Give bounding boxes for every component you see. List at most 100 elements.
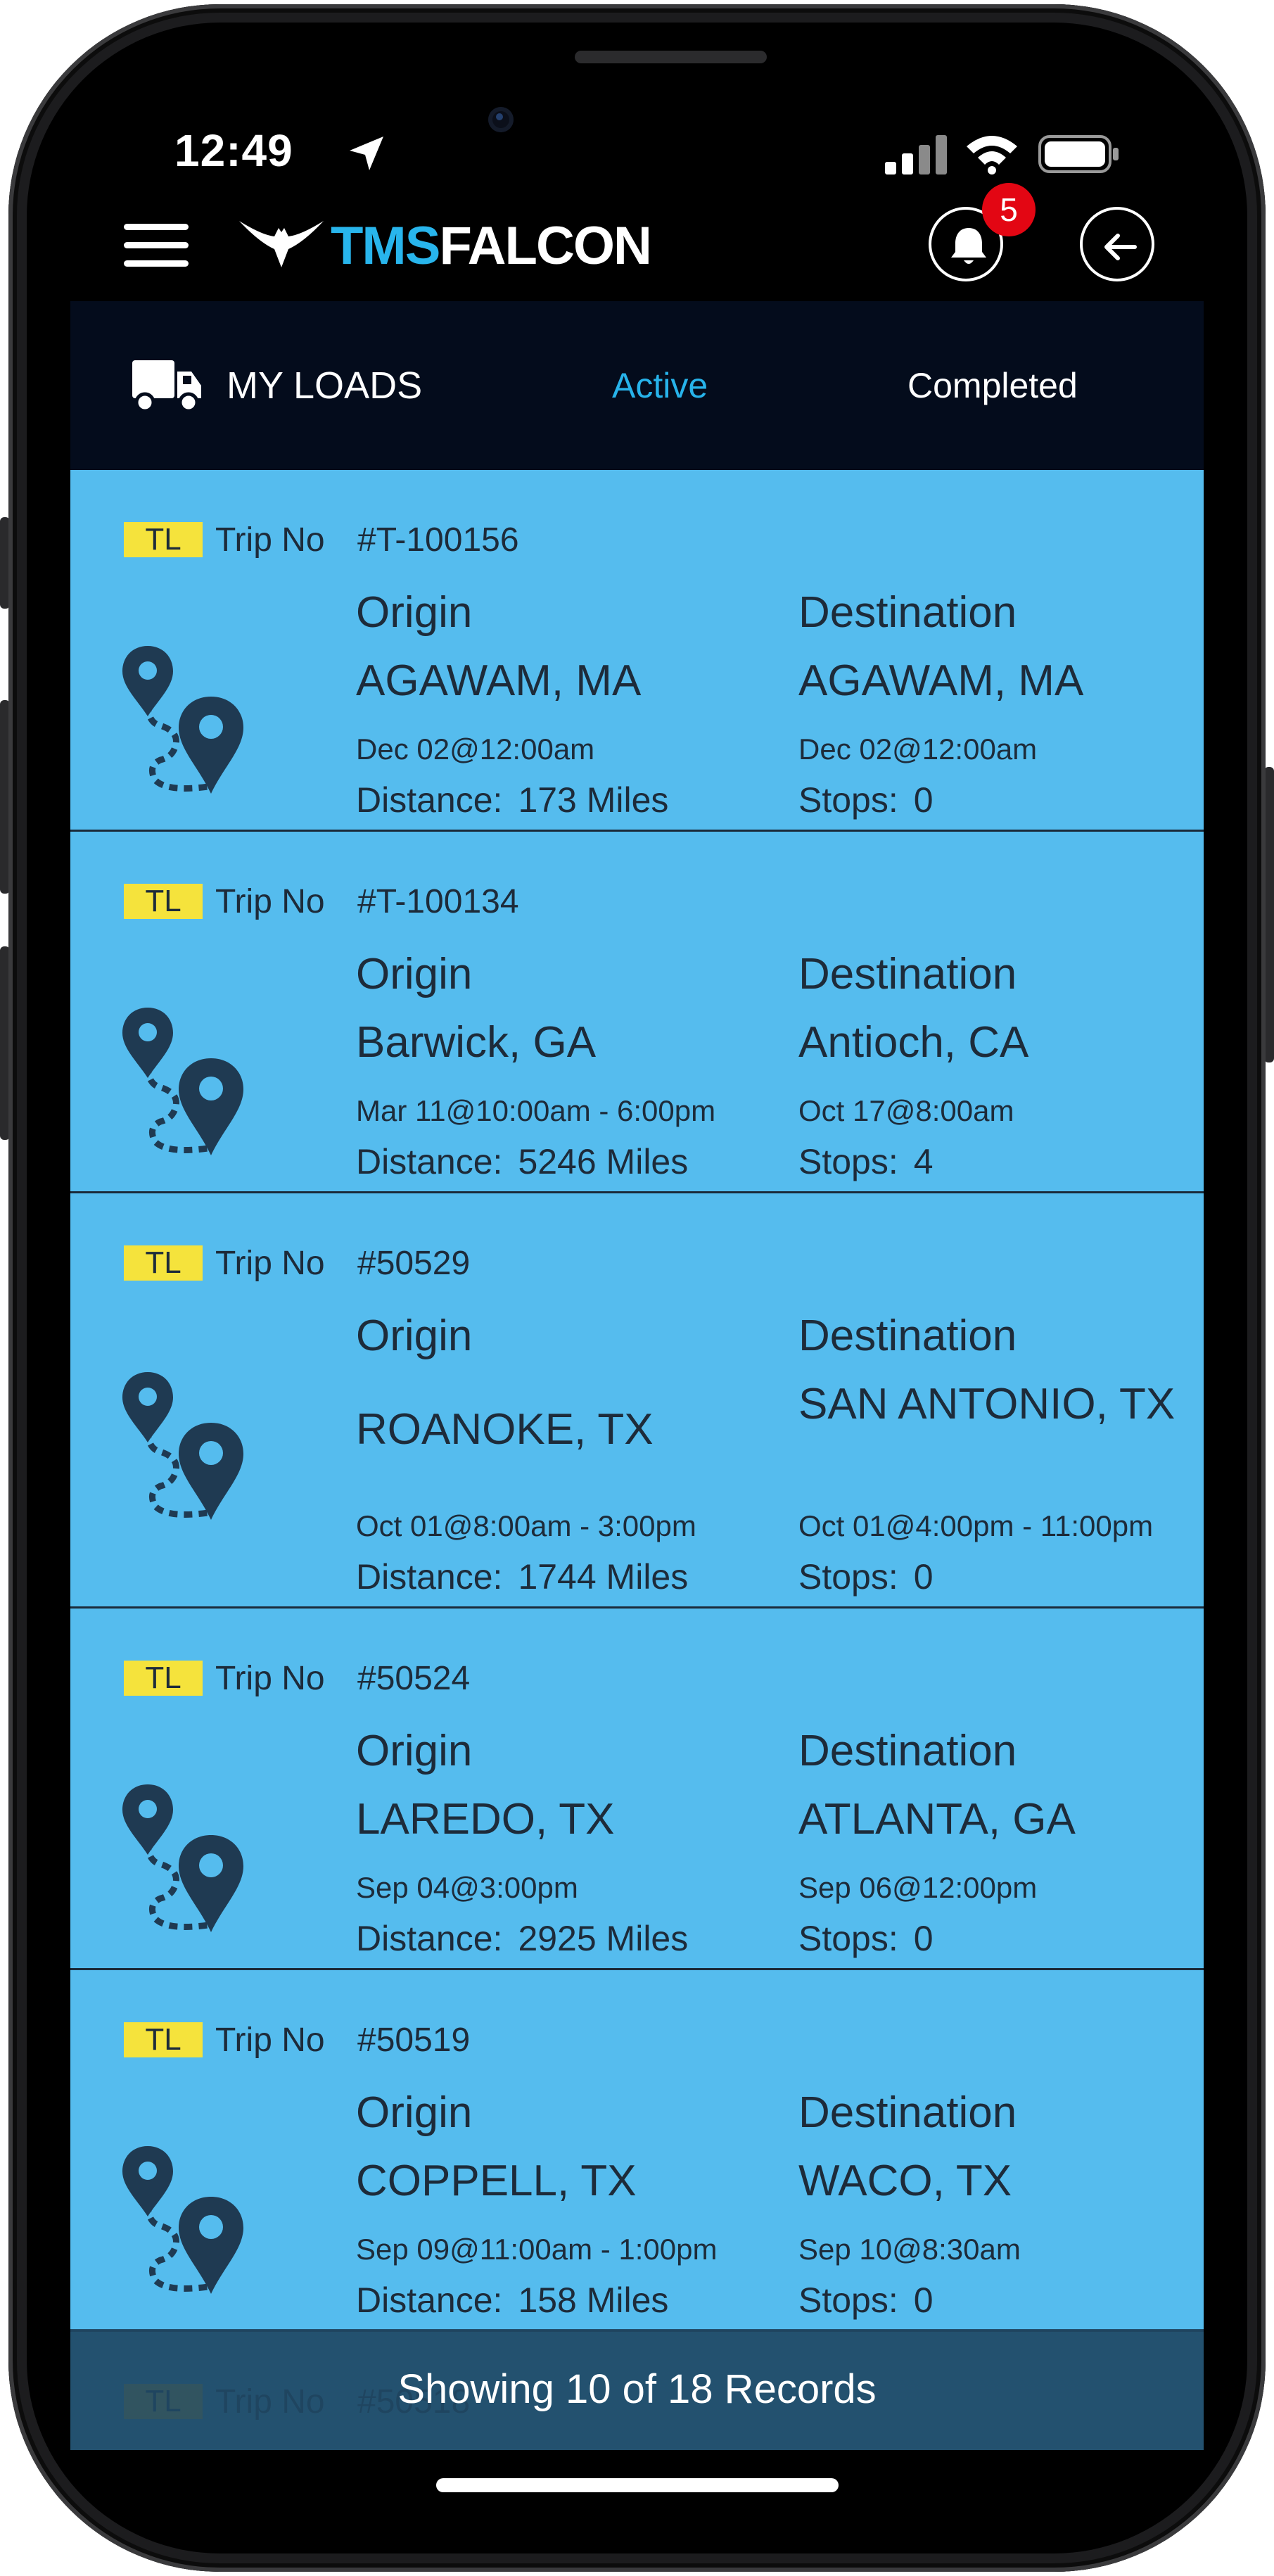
route-icon (122, 1008, 243, 1155)
route-icon (122, 1372, 243, 1520)
stops-row: Stops: 0 (798, 782, 934, 818)
notification-badge: 5 (982, 183, 1036, 236)
load-card[interactable]: TL Trip No #T-100156 Origin AGAWAM, MA D… (70, 470, 1204, 832)
tab-active[interactable]: Active (612, 301, 708, 470)
stops-value: 4 (913, 1142, 934, 1181)
load-card[interactable]: TL Trip No #T-100134 Origin Barwick, GA … (70, 832, 1204, 1193)
origin-label: Origin (356, 588, 473, 637)
origin-city: ROANOKE, TX (356, 1405, 654, 1454)
app-logo: TMSFALCON (331, 214, 652, 278)
destination-city: Antioch, CA (798, 1018, 1029, 1067)
origin-date: Dec 02@12:00am (356, 732, 595, 766)
home-indicator[interactable] (436, 2478, 839, 2492)
destination-label: Destination (798, 1312, 1017, 1360)
stops-row: Stops: 0 (798, 2283, 934, 2318)
stops-label: Stops: (798, 2280, 898, 2320)
route-icon (122, 646, 243, 794)
distance-row: Distance: 1744 Miles (356, 1559, 688, 1594)
origin-label: Origin (356, 1727, 473, 1775)
destination-label: Destination (798, 1727, 1017, 1775)
origin-date: Oct 01@8:00am - 3:00pm (356, 1509, 696, 1542)
distance-row: Distance: 173 Miles (356, 782, 668, 818)
back-button[interactable] (1080, 207, 1154, 281)
origin-label: Origin (356, 950, 473, 998)
trip-no-label: Trip No (215, 2022, 325, 2059)
trip-number: #50524 (357, 1660, 471, 1697)
distance-label: Distance: (356, 1919, 503, 1958)
tl-tag: TL (124, 522, 203, 557)
origin-city: LAREDO, TX (356, 1795, 615, 1844)
stops-value: 0 (913, 780, 934, 820)
origin-label: Origin (356, 2088, 473, 2137)
load-card[interactable]: TL Trip No #50524 Origin LAREDO, TX Sep … (70, 1609, 1204, 1970)
destination-label: Destination (798, 2088, 1017, 2137)
origin-city: AGAWAM, MA (356, 656, 642, 705)
phone-screen: 12:49 TMSFALCON 5 MY LOADS Active Comple… (34, 30, 1240, 2546)
tl-tag: TL (124, 2022, 203, 2057)
destination-date: Dec 02@12:00am (798, 732, 1038, 766)
battery-icon (1038, 135, 1119, 173)
destination-date: Oct 17@8:00am (798, 1094, 1014, 1127)
distance-label: Distance: (356, 2280, 503, 2320)
destination-city: WACO, TX (798, 2157, 1012, 2205)
origin-date: Mar 11@10:00am - 6:00pm (356, 1094, 716, 1127)
trip-no-label: Trip No (215, 883, 325, 920)
tl-tag: TL (124, 884, 203, 919)
earpiece-speaker (575, 51, 767, 63)
front-camera (488, 107, 514, 132)
stops-label: Stops: (798, 1919, 898, 1958)
destination-city: AGAWAM, MA (798, 656, 1084, 705)
stops-label: Stops: (798, 1557, 898, 1597)
trip-no-label: Trip No (215, 1245, 325, 1282)
hamburger-menu-icon[interactable] (124, 221, 189, 267)
distance-row: Distance: 2925 Miles (356, 1921, 688, 1956)
my-loads-title: MY LOADS (227, 364, 423, 407)
load-card[interactable]: TL Trip No #50519 Origin COPPELL, TX Sep… (70, 1970, 1204, 2332)
location-arrow-icon (350, 137, 383, 170)
load-card[interactable]: TL Trip No #50529 Origin ROANOKE, TX Oct… (70, 1193, 1204, 1609)
back-arrow-icon (1104, 234, 1137, 260)
trip-number: #T-100134 (357, 883, 519, 920)
logo-tms-text: TMS (331, 216, 440, 276)
stops-row: Stops: 0 (798, 1921, 934, 1956)
distance-value: 158 Miles (518, 2280, 669, 2320)
stops-value: 0 (913, 1557, 934, 1597)
cellular-signal-icon (885, 135, 947, 175)
trip-number: #50529 (357, 1245, 471, 1282)
power-button (1264, 767, 1274, 1062)
distance-label: Distance: (356, 1142, 503, 1181)
tab-completed[interactable]: Completed (907, 301, 1078, 470)
distance-label: Distance: (356, 1557, 503, 1597)
destination-city: SAN ANTONIO, TX (798, 1380, 1176, 1428)
wifi-icon (967, 136, 1017, 175)
trip-number: #T-100156 (357, 521, 519, 559)
destination-city: ATLANTA, GA (798, 1795, 1076, 1844)
destination-date: Oct 01@4:00pm - 11:00pm (798, 1509, 1154, 1542)
stops-row: Stops: 4 (798, 1144, 934, 1179)
records-count-banner: Showing 10 of 18 Records (70, 2329, 1204, 2450)
stops-label: Stops: (798, 1142, 898, 1181)
destination-label: Destination (798, 588, 1017, 637)
stops-label: Stops: (798, 780, 898, 820)
loads-tab-bar: MY LOADS Active Completed (70, 301, 1204, 470)
stops-value: 0 (913, 2280, 934, 2320)
status-time: 12:49 (174, 125, 293, 176)
bell-icon (951, 228, 986, 264)
tl-tag: TL (124, 1661, 203, 1696)
logo-falcon-text: FALCON (439, 216, 651, 276)
origin-date: Sep 09@11:00am - 1:00pm (356, 2233, 718, 2266)
origin-label: Origin (356, 1312, 473, 1360)
trip-number: #50519 (357, 2022, 471, 2059)
stops-value: 0 (913, 1919, 934, 1958)
distance-value: 1744 Miles (518, 1557, 689, 1597)
distance-row: Distance: 158 Miles (356, 2283, 668, 2318)
origin-city: COPPELL, TX (356, 2157, 637, 2205)
falcon-logo-icon (239, 221, 324, 267)
distance-value: 2925 Miles (518, 1919, 689, 1958)
distance-value: 173 Miles (518, 780, 669, 820)
route-icon (122, 2146, 243, 2294)
destination-label: Destination (798, 950, 1017, 998)
trip-no-label: Trip No (215, 521, 325, 559)
trip-no-label: Trip No (215, 1660, 325, 1697)
destination-date: Sep 06@12:00pm (798, 1871, 1038, 1904)
